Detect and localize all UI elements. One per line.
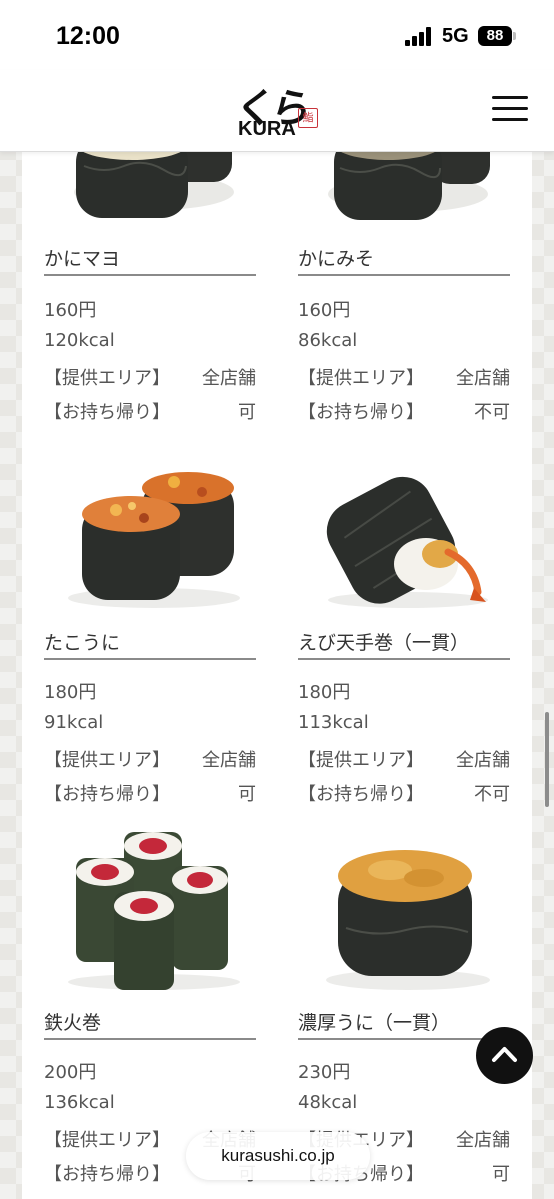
item-price: 180円 (298, 682, 351, 703)
area-label: 【提供エリア】 (44, 750, 170, 771)
status-bar: 12:00 5G 88 (0, 0, 554, 70)
battery-tip (513, 32, 516, 40)
area-label: 【提供エリア】 (298, 368, 424, 389)
area-value: 全店舗 (456, 368, 510, 389)
menu-item-card[interactable]: えび天手巻（一貫） 180円 113kcal 【提供エリア】 全店舗 【お持ち帰… (298, 452, 510, 805)
item-price: 160円 (298, 300, 351, 321)
area-label: 【提供エリア】 (44, 1130, 170, 1151)
takeout-label: 【お持ち帰り】 (298, 402, 424, 423)
item-name: 鉄火巻 (44, 1002, 256, 1040)
menu-item-card[interactable]: かにみそ 160円 86kcal 【提供エリア】 全店舗 【お持ち帰り】 不可 (298, 152, 510, 424)
item-price: 160円 (44, 300, 97, 321)
area-value: 全店舗 (456, 750, 510, 771)
item-kcal: 86kcal (298, 330, 358, 351)
area-label: 【提供エリア】 (298, 750, 424, 771)
item-kcal: 136kcal (44, 1092, 115, 1113)
item-kcal: 113kcal (298, 712, 369, 733)
item-kcal: 48kcal (298, 1092, 358, 1113)
kura-logo[interactable]: くら KURA 鮨 (232, 78, 324, 142)
item-takeout-row: 【お持ち帰り】 可 (44, 780, 256, 806)
scrollbar[interactable] (545, 712, 549, 807)
item-name: たこうに (44, 622, 256, 660)
menu-item-card[interactable]: かにマヨ 160円 120kcal 【提供エリア】 全店舗 【お持ち帰り】 可 (44, 152, 256, 424)
logo-seal: 鮨 (298, 108, 318, 128)
status-time: 12:00 (56, 22, 120, 50)
takeout-label: 【お持ち帰り】 (44, 402, 170, 423)
kani-mayo-image (74, 152, 234, 218)
tekka-maki-image (68, 832, 240, 990)
browser-url-bar[interactable]: kurasushi.co.jp (186, 1132, 370, 1180)
item-kcal: 91kcal (44, 712, 104, 733)
hamburger-menu-icon[interactable] (492, 94, 530, 124)
item-takeout-row: 【お持ち帰り】 不可 (298, 780, 510, 806)
site-header: くら KURA 鮨 (0, 70, 554, 152)
area-value: 全店舗 (202, 750, 256, 771)
takeout-value: 可 (238, 784, 256, 805)
item-area-row: 【提供エリア】 全店舗 (44, 364, 256, 390)
menu-content: かにマヨ 160円 120kcal 【提供エリア】 全店舗 【お持ち帰り】 可 … (22, 152, 532, 1199)
network-type: 5G (442, 25, 469, 47)
item-area-row: 【提供エリア】 全店舗 (298, 364, 510, 390)
item-price: 200円 (44, 1062, 97, 1083)
back-to-top-button[interactable] (476, 1027, 533, 1084)
takeout-label: 【お持ち帰り】 (44, 784, 170, 805)
item-takeout-row: 【お持ち帰り】 可 (44, 398, 256, 424)
ebiten-temaki-image (326, 476, 488, 608)
tako-uni-image (68, 472, 240, 608)
menu-item-card[interactable]: たこうに 180円 91kcal 【提供エリア】 全店舗 【お持ち帰り】 可 (44, 452, 256, 805)
battery-icon: 88 (478, 26, 512, 46)
takeout-label: 【お持ち帰り】 (298, 784, 424, 805)
item-kcal: 120kcal (44, 330, 115, 351)
area-value: 全店舗 (202, 368, 256, 389)
area-value: 全店舗 (456, 1130, 510, 1151)
area-label: 【提供エリア】 (44, 368, 170, 389)
takeout-value: 不可 (474, 402, 510, 423)
item-area-row: 【提供エリア】 全店舗 (298, 746, 510, 772)
takeout-label: 【お持ち帰り】 (44, 1164, 170, 1185)
item-name: えび天手巻（一貫） (298, 622, 510, 660)
noukou-uni-image (326, 850, 490, 990)
item-takeout-row: 【お持ち帰り】 不可 (298, 398, 510, 424)
item-name: かにマヨ (44, 238, 256, 276)
item-price: 180円 (44, 682, 97, 703)
item-name: かにみそ (298, 238, 510, 276)
logo-latin: KURA (238, 118, 296, 140)
kani-miso-image (328, 152, 490, 220)
takeout-value: 可 (238, 402, 256, 423)
item-area-row: 【提供エリア】 全店舗 (44, 746, 256, 772)
cellular-signal-icon (405, 27, 435, 46)
takeout-value: 不可 (474, 784, 510, 805)
takeout-value: 可 (492, 1164, 510, 1185)
chevron-up-icon (492, 1047, 517, 1062)
